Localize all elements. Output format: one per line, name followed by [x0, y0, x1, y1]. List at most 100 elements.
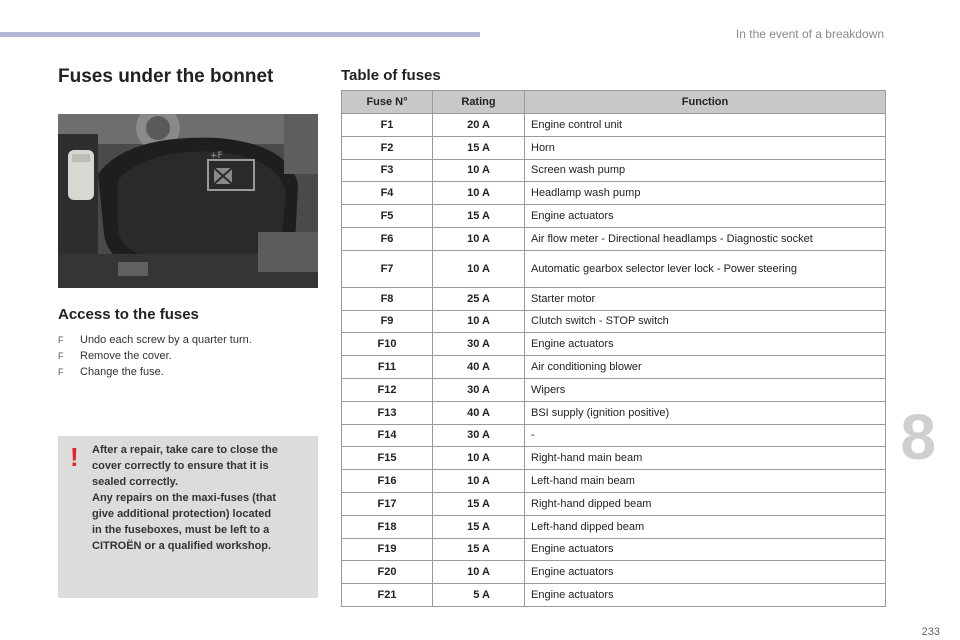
- table-row: F14 30 A-: [341, 423, 886, 448]
- fuse-function: Air conditioning blower: [524, 355, 886, 379]
- table-row: F7 10 A Automatic gearbox selector lever l…: [341, 249, 886, 288]
- table-row: F8 25 A Starter motor: [341, 286, 886, 311]
- fuse-number: F8: [341, 286, 433, 311]
- fuse-number: F7: [341, 249, 433, 288]
- fuse-rating: 15 A: [432, 204, 525, 228]
- table-row: F6 10 A Air flow meter - Directional headl…: [341, 226, 886, 251]
- fuse-rating: 10 A: [432, 469, 525, 493]
- table-row: F21 5 A Engine actuators: [341, 583, 886, 607]
- list-item: F Undo each screw by a quarter turn.: [58, 332, 252, 348]
- access-title: Access to the fuses: [58, 306, 199, 323]
- step-text: Change the fuse.: [80, 366, 164, 378]
- steps-list: F Undo each screw by a quarter turn. F Rem…: [58, 332, 252, 380]
- checkbox-bullet-icon: F: [58, 351, 64, 361]
- fuse-number: F9: [341, 309, 433, 334]
- fuse-function: Air flow meter - Directional headlamps -…: [524, 226, 886, 251]
- fuse-number: F5: [341, 204, 433, 228]
- fuse-number: F17: [341, 491, 433, 516]
- fuse-function: Engine actuators: [524, 204, 886, 228]
- fuse-function: -: [524, 423, 886, 448]
- fuse-number: F16: [341, 469, 433, 493]
- fuse-rating: 40 A: [432, 400, 525, 425]
- fuse-number: F15: [341, 446, 433, 471]
- table-row: F12 30 A Wipers: [341, 377, 886, 402]
- step-text: Undo each screw by a quarter turn.: [80, 334, 252, 346]
- page-title: Fuses under the bonnet: [58, 66, 274, 87]
- fuse-function: Headlamp wash pump: [524, 181, 886, 206]
- warning-line: in the fuseboxes, must be left to a: [92, 524, 270, 536]
- fuse-number: F2: [341, 135, 433, 160]
- fuse-number: F6: [341, 226, 433, 251]
- table-row: F9 10 A Clutch switch - STOP switch: [341, 309, 886, 334]
- fuse-rating: 10 A: [432, 181, 525, 206]
- checkbox-bullet-icon: F: [58, 367, 64, 377]
- fuse-rating: 5 A: [432, 583, 525, 607]
- fuse-number: F4: [341, 181, 433, 206]
- fuse-function: Right-hand dipped beam: [524, 491, 886, 516]
- warning-line: cover correctly to ensure that it is: [92, 460, 269, 472]
- checkbox-bullet-icon: F: [58, 335, 64, 345]
- fuse-function: Engine actuators: [524, 583, 886, 607]
- fuse-rating: 10 A: [432, 226, 525, 251]
- fuse-rating: 15 A: [432, 537, 525, 562]
- table-row: F19 15 A Engine actuators: [341, 537, 886, 562]
- fuse-rating: 25 A: [432, 286, 525, 311]
- page-number: 233: [921, 626, 940, 638]
- table-row: F1 20 A Engine control unit: [341, 113, 886, 137]
- fuse-rating: 15 A: [432, 514, 525, 539]
- table-row: F11 40 A Air conditioning blower: [341, 355, 886, 379]
- warning-line: Any repairs on the maxi-fuses (that: [92, 492, 276, 504]
- section-title: In the event of a breakdown: [735, 27, 884, 41]
- warning-text: After a repair, take care to close the c…: [92, 442, 310, 554]
- header-bar: [0, 32, 480, 37]
- fuse-rating: 10 A: [432, 446, 525, 471]
- fuse-function: Left-hand main beam: [524, 469, 886, 493]
- fuse-rating: 15 A: [432, 491, 525, 516]
- fuse-function: Engine control unit: [524, 113, 886, 137]
- warning-line: After a repair, take care to close the: [92, 444, 278, 456]
- fuse-function: Right-hand main beam: [524, 446, 886, 471]
- column-header-rating: Rating: [432, 90, 525, 114]
- fuse-function: Engine actuators: [524, 537, 886, 562]
- list-item: F Change the fuse.: [58, 364, 252, 380]
- table-row: F17 15 A Right-hand dipped beam: [341, 491, 886, 516]
- step-text: Remove the cover.: [80, 350, 172, 362]
- fuse-function: Left-hand dipped beam: [524, 514, 886, 539]
- fuse-rating: 20 A: [432, 113, 525, 137]
- fuse-number: F19: [341, 537, 433, 562]
- table-title: Table of fuses: [341, 67, 441, 84]
- table-row: F10 30 A Engine actuators: [341, 332, 886, 357]
- fuse-rating: 15 A: [432, 135, 525, 160]
- table-row: F15 10 A Right-hand main beam: [341, 446, 886, 471]
- table-row: F2 15 A Horn: [341, 135, 886, 160]
- fuse-function: Engine actuators: [524, 332, 886, 357]
- warning-box: ! After a repair, take care to close the…: [58, 436, 318, 598]
- list-item: F Remove the cover.: [58, 348, 252, 364]
- fuse-function: Wipers: [524, 377, 886, 402]
- column-header-function: Function: [524, 90, 886, 114]
- table-row: F18 15 A Left-hand dipped beam: [341, 514, 886, 539]
- warning-line: CITROËN or a qualified workshop.: [92, 540, 272, 552]
- engine-fusebox-image: +F: [58, 114, 318, 288]
- fuse-number: F21: [341, 583, 433, 607]
- fuse-rating: 30 A: [432, 332, 525, 357]
- fuse-number: F1: [341, 113, 433, 137]
- fuse-function: BSI supply (ignition positive): [524, 400, 886, 425]
- warning-line: sealed correctly.: [92, 476, 179, 488]
- fuse-rating: 10 A: [432, 309, 525, 334]
- warning-line: give additional protection) located: [92, 508, 272, 520]
- svg-text:+F: +F: [210, 151, 223, 161]
- warning-exclamation-icon: !: [70, 442, 79, 472]
- fuse-function: Horn: [524, 135, 886, 160]
- chapter-number: 8: [900, 401, 936, 473]
- fuse-number: F20: [341, 560, 433, 585]
- fuse-rating: 30 A: [432, 377, 525, 402]
- table-row: F13 40 A BSI supply (ignition positive): [341, 400, 886, 425]
- fuse-table: Fuse N° Rating Function F1 20 A Engine con…: [341, 90, 886, 607]
- fuse-rating: 10 A: [432, 158, 525, 183]
- table-row: F4 10 A Headlamp wash pump: [341, 181, 886, 206]
- table-row: F20 10 A Engine actuators: [341, 560, 886, 585]
- fuse-number: F14: [341, 423, 433, 448]
- fuse-number: F10: [341, 332, 433, 357]
- table-header-row: Fuse N° Rating Function: [341, 90, 886, 114]
